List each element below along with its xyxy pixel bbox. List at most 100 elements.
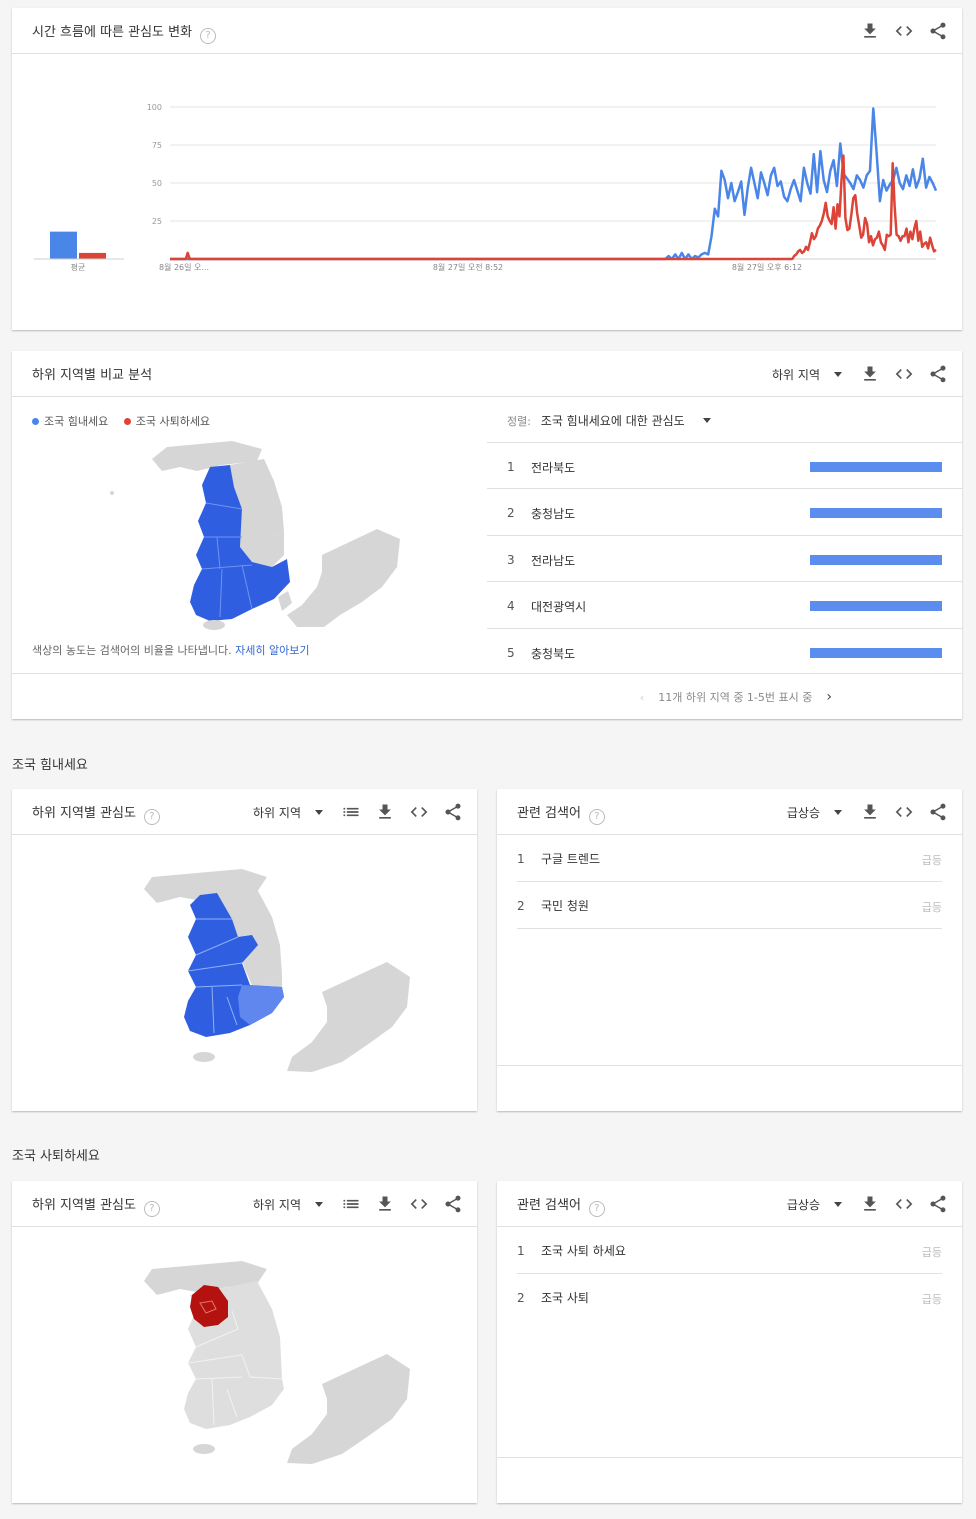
interest-by-region-card: 하위 지역별 관심도? 하위 지역 — [12, 789, 477, 1111]
region-map[interactable] — [132, 867, 422, 1077]
card-title: 하위 지역별 관심도? — [32, 1194, 160, 1217]
list-item[interactable]: 2 국민 청원 급등 — [517, 882, 942, 929]
sort-control[interactable]: 정렬: 조국 힘내세요에 대한 관심도 — [507, 412, 711, 429]
average-bar — [79, 252, 106, 259]
download-icon[interactable] — [860, 802, 880, 822]
related-queries-card: 관련 검색어? 급상승 1 조국 사퇴 하세요 급등 2 조국 사퇴 급등 — [497, 1181, 962, 1503]
list-view-icon[interactable] — [341, 1194, 361, 1214]
rank-number: 4 — [507, 599, 515, 614]
card-title: 하위 지역별 비교 분석 — [32, 368, 153, 383]
legend: 조국 힘내세요 조국 사퇴하세요 — [32, 413, 210, 429]
download-icon[interactable] — [860, 364, 880, 384]
region-level-dropdown[interactable]: 하위 지역 — [772, 366, 842, 383]
chevron-down-icon — [702, 418, 711, 423]
help-icon[interactable]: ? — [143, 1201, 160, 1217]
section-label: 조국 힘내세요 — [12, 758, 88, 773]
region-rank-row[interactable]: 3 전라남도 — [487, 534, 962, 582]
japan-shape — [287, 962, 410, 1072]
card-title: 관련 검색어? — [517, 1194, 605, 1217]
region-rank-row[interactable]: 4 대전광역시 — [487, 581, 962, 628]
embed-icon[interactable] — [409, 802, 429, 822]
region-map[interactable] — [92, 437, 412, 637]
embed-icon[interactable] — [894, 1194, 914, 1214]
share-icon[interactable] — [928, 364, 948, 384]
query-text: 조국 사퇴 하세요 — [541, 1244, 626, 1258]
region-rank-row[interactable]: 1 전라북도 — [487, 442, 962, 489]
share-icon[interactable] — [928, 802, 948, 822]
region-level-dropdown[interactable]: 하위 지역 — [253, 1196, 323, 1213]
card-header: 하위 지역별 비교 분석 하위 지역 — [12, 351, 962, 397]
breakout-badge: 급등 — [921, 901, 942, 914]
region-name: 대전광역시 — [531, 600, 587, 615]
rising-top-dropdown[interactable]: 급상승 — [787, 804, 842, 821]
japan-shape — [287, 529, 400, 627]
share-icon[interactable] — [928, 1194, 948, 1214]
interest-bar — [810, 462, 942, 472]
download-icon[interactable] — [860, 1194, 880, 1214]
share-icon[interactable] — [443, 802, 463, 822]
help-icon[interactable]: ? — [143, 809, 160, 825]
help-icon[interactable]: ? — [588, 809, 605, 825]
help-icon[interactable]: ? — [588, 1201, 605, 1217]
jeju-shape — [193, 1052, 215, 1062]
card-title: 하위 지역별 관심도? — [32, 802, 160, 825]
rising-top-dropdown[interactable]: 급상승 — [787, 1196, 842, 1213]
card-footer — [497, 1457, 962, 1458]
rank-number: 2 — [517, 1291, 525, 1305]
rank-number: 1 — [517, 1244, 525, 1258]
chevron-down-icon — [834, 371, 842, 377]
query-text: 국민 청원 — [541, 899, 589, 913]
region-name: 전라북도 — [531, 461, 576, 475]
breakout-badge: 급등 — [921, 1293, 942, 1306]
series-line-red — [170, 154, 937, 261]
legend-dot-red — [123, 418, 131, 425]
region-rank-row[interactable]: 2 충청남도 — [487, 488, 962, 535]
region-name: 전라남도 — [531, 553, 576, 568]
list-view-icon[interactable] — [341, 802, 361, 822]
region-ranking-list: 1 전라북도 2 충청남도 3 전라남도 4 대전광역시 5 충청북도 — [487, 442, 962, 675]
download-icon[interactable] — [860, 21, 880, 41]
learn-more-link[interactable]: 자세히 알아보기 — [235, 644, 309, 657]
embed-icon[interactable] — [894, 364, 914, 384]
region-name: 충청남도 — [531, 507, 576, 522]
y-tick-label: 50 — [152, 179, 162, 188]
list-item[interactable]: 2 조국 사퇴 급등 — [517, 1274, 942, 1320]
breakout-badge: 급등 — [921, 1246, 942, 1259]
query-text: 구글 트렌드 — [541, 852, 601, 866]
region-level-dropdown[interactable]: 하위 지역 — [253, 804, 323, 821]
help-icon[interactable]: ? — [200, 28, 217, 44]
rank-number: 2 — [507, 506, 515, 521]
card-header: 시간 흐름에 따른 관심도 변화? — [12, 8, 962, 54]
interest-bar — [810, 508, 942, 519]
share-icon[interactable] — [443, 1194, 463, 1214]
embed-icon[interactable] — [409, 1194, 429, 1214]
jeju-shape — [193, 1444, 215, 1454]
region-map[interactable] — [132, 1259, 422, 1469]
interest-bar — [810, 554, 942, 565]
legend-item: 조국 사퇴하세요 — [135, 415, 211, 428]
list-item[interactable]: 1 구글 트렌드 급등 — [517, 835, 942, 882]
region-rank-row[interactable]: 5 충청북도 — [487, 627, 962, 675]
download-icon[interactable] — [375, 802, 395, 822]
interest-over-time-card: 시간 흐름에 따른 관심도 변화? 100 75 50 25 8월 26일 오... 8월… — [12, 8, 962, 330]
embed-icon[interactable] — [894, 21, 914, 41]
card-footer — [12, 673, 962, 674]
prev-page-icon[interactable]: ‹ — [640, 691, 644, 704]
interest-line-chart: 100 75 50 25 8월 26일 오... 8월 27일 오전 8:52 8월 27일… — [34, 103, 938, 272]
download-icon[interactable] — [375, 1194, 395, 1214]
legend-dot-blue — [32, 418, 39, 425]
list-item[interactable]: 1 조국 사퇴 하세요 급등 — [517, 1227, 942, 1274]
legend-item: 조국 힘내세요 — [44, 415, 109, 428]
rank-number: 1 — [507, 460, 515, 474]
interest-bar — [810, 601, 942, 612]
map-note: 색상의 농도는 검색어의 비율을 나타냅니다. 자세히 알아보기 — [32, 644, 310, 657]
rank-number: 1 — [517, 852, 525, 866]
embed-icon[interactable] — [894, 802, 914, 822]
card-header: 하위 지역별 관심도? 하위 지역 — [12, 789, 477, 835]
rank-number: 2 — [517, 899, 525, 913]
next-page-icon[interactable]: › — [826, 689, 832, 705]
related-queries-card: 관련 검색어? 급상승 1 구글 트렌드 급등 2 국민 청원 급등 — [497, 789, 962, 1111]
chevron-down-icon — [834, 809, 842, 815]
chevron-down-icon — [315, 1201, 323, 1207]
share-icon[interactable] — [928, 21, 948, 41]
